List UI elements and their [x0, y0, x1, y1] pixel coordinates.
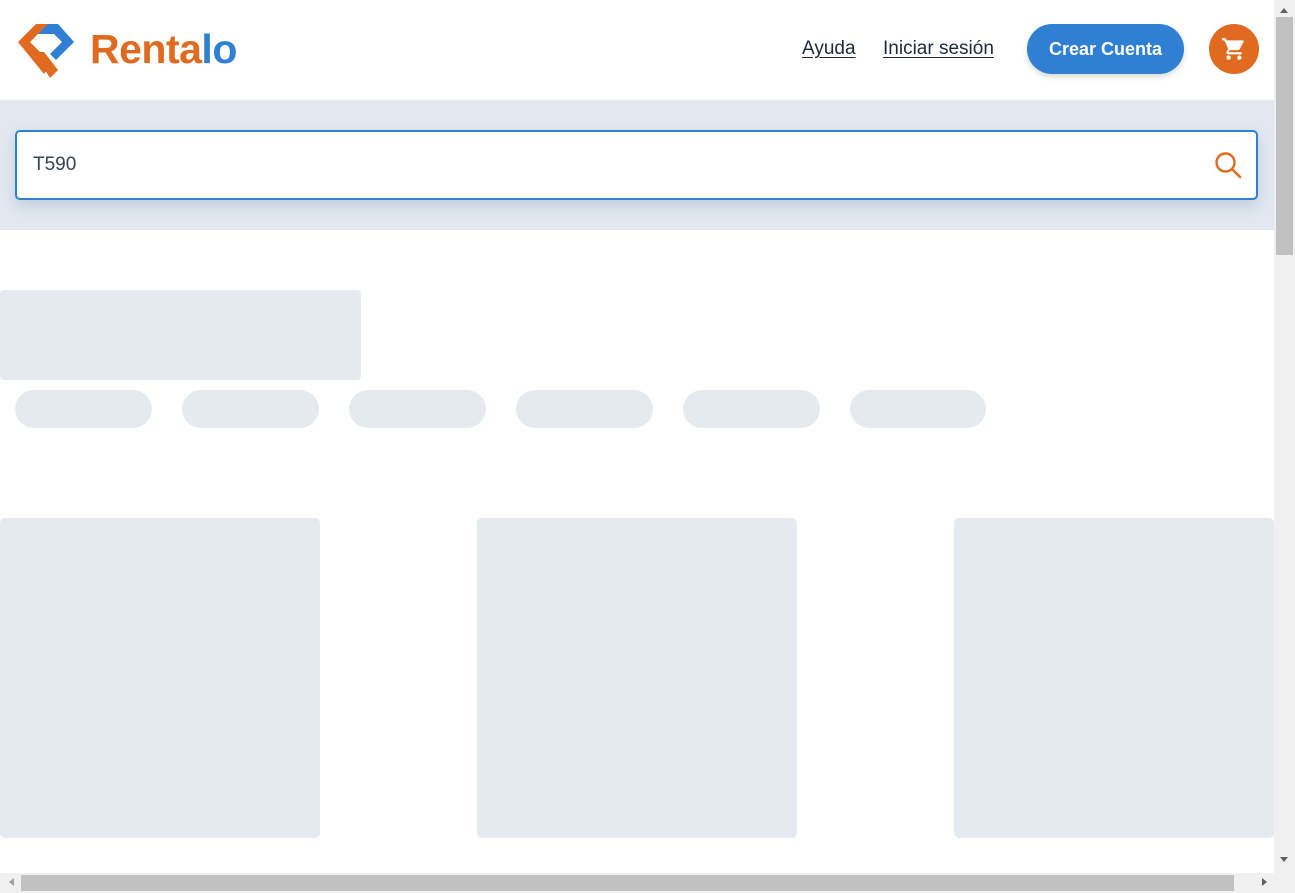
vertical-scrollbar[interactable] — [1274, 0, 1295, 873]
create-account-button[interactable]: Crear Cuenta — [1027, 24, 1184, 74]
search-band — [0, 100, 1274, 230]
skeleton-product-card — [954, 518, 1274, 838]
search-button[interactable] — [1212, 150, 1244, 182]
scroll-right-arrow-icon[interactable] — [1262, 878, 1267, 886]
site-header: Rentalo Ayuda Iniciar sesión Crear Cuent… — [0, 0, 1274, 100]
horizontal-scrollbar-thumb[interactable] — [21, 875, 1234, 891]
search-box — [15, 130, 1258, 200]
skeleton-filter-pill — [182, 390, 319, 428]
skeleton-title-placeholder — [0, 290, 361, 380]
brand-name-part2: lo — [201, 26, 237, 72]
brand-name: Rentalo — [90, 24, 237, 74]
skeleton-filter-pill — [683, 390, 820, 428]
login-link[interactable]: Iniciar sesión — [883, 37, 994, 61]
scroll-left-arrow-icon[interactable] — [9, 878, 14, 886]
brand-logo-link[interactable] — [14, 18, 76, 80]
skeleton-filter-pill — [349, 390, 486, 428]
horizontal-scrollbar[interactable] — [0, 873, 1274, 893]
scroll-down-arrow-icon[interactable] — [1280, 857, 1288, 862]
skeleton-filter-pill — [516, 390, 653, 428]
skeleton-product-card — [477, 518, 797, 838]
skeleton-filter-pill — [15, 390, 152, 428]
cart-button[interactable] — [1209, 24, 1259, 74]
skeleton-filter-pill — [850, 390, 986, 428]
skeleton-product-card — [0, 518, 320, 838]
scroll-up-arrow-icon[interactable] — [1280, 8, 1288, 13]
help-link[interactable]: Ayuda — [802, 37, 856, 61]
page-viewport: Rentalo Ayuda Iniciar sesión Crear Cuent… — [0, 0, 1274, 873]
brand-name-part1: Renta — [90, 26, 202, 72]
search-icon — [1215, 152, 1242, 179]
cart-icon — [1222, 38, 1244, 60]
vertical-scrollbar-thumb[interactable] — [1276, 17, 1293, 255]
scrollbar-corner — [1274, 873, 1295, 893]
search-input[interactable] — [33, 132, 1213, 198]
rentalo-logo-icon — [18, 24, 74, 78]
